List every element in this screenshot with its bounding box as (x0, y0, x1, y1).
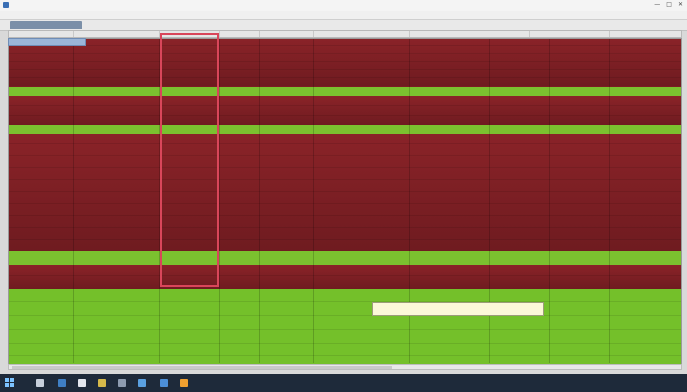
menu-bar (0, 11, 687, 20)
row-gridline (9, 275, 681, 276)
grid-column-header (8, 30, 682, 38)
taskview-icon[interactable] (58, 379, 66, 387)
minimize-button[interactable]: — (654, 1, 660, 9)
maximize-button[interactable]: □ (666, 1, 672, 9)
app-icon[interactable] (180, 379, 188, 387)
column-divider[interactable] (409, 31, 410, 37)
grid-rows-red[interactable] (9, 265, 681, 289)
app-icon[interactable] (160, 379, 168, 387)
row-gridline (9, 167, 681, 168)
column-header[interactable] (263, 31, 313, 37)
row-gridline (9, 77, 681, 78)
row-gridline (9, 191, 681, 192)
close-button[interactable]: ✕ (678, 1, 683, 9)
windows-start-icon[interactable] (5, 378, 14, 387)
row-gridline (9, 355, 681, 356)
horizontal-scrollbar[interactable] (8, 364, 682, 370)
grid-row-green[interactable] (9, 87, 681, 96)
row-gridline (9, 203, 681, 204)
column-divider[interactable] (73, 31, 74, 37)
scrollbar-thumb[interactable] (12, 366, 392, 369)
row-gridline (9, 329, 681, 330)
column-divider[interactable] (529, 31, 530, 37)
grid-row-green[interactable] (9, 251, 681, 265)
cell-tooltip (372, 302, 544, 316)
column-divider[interactable] (609, 31, 610, 37)
grid-row-green[interactable] (9, 125, 681, 134)
row-gridline (9, 143, 681, 144)
column-header[interactable] (639, 31, 679, 37)
column-header[interactable] (13, 31, 71, 37)
column-divider[interactable] (219, 31, 220, 37)
row-gridline (9, 45, 681, 46)
column-header[interactable] (565, 31, 605, 37)
row-gridline (9, 227, 681, 228)
row-gridline (9, 315, 681, 316)
active-grid-tab[interactable] (10, 21, 82, 29)
row-gridline (9, 105, 681, 106)
row-gridline (9, 239, 681, 240)
window-controls: — □ ✕ (654, 1, 683, 9)
grid-rows-red[interactable] (9, 134, 681, 251)
folder-icon[interactable] (98, 379, 106, 387)
app-icon[interactable] (78, 379, 86, 387)
app-icon[interactable] (118, 379, 126, 387)
row-gridline (9, 301, 681, 302)
column-header[interactable] (77, 31, 157, 37)
grid-rows-red[interactable] (9, 39, 681, 86)
column-header[interactable] (469, 31, 509, 37)
taskbar (0, 374, 687, 392)
data-grid[interactable] (8, 38, 682, 365)
column-highlight (160, 33, 219, 287)
app-icon (3, 2, 9, 8)
row-gridline (9, 53, 681, 54)
search-icon[interactable] (36, 379, 44, 387)
row-gridline (9, 215, 681, 216)
row-gridline (9, 155, 681, 156)
filter-cell[interactable] (8, 38, 86, 46)
row-gridline (9, 343, 681, 344)
row-gridline (9, 69, 681, 70)
grid-rows-red[interactable] (9, 96, 681, 125)
column-header[interactable] (317, 31, 357, 37)
row-gridline (9, 61, 681, 62)
app-icon[interactable] (138, 379, 146, 387)
row-gridline (9, 179, 681, 180)
column-divider[interactable] (313, 31, 314, 37)
column-header[interactable] (223, 31, 259, 37)
column-divider[interactable] (259, 31, 260, 37)
row-gridline (9, 115, 681, 116)
